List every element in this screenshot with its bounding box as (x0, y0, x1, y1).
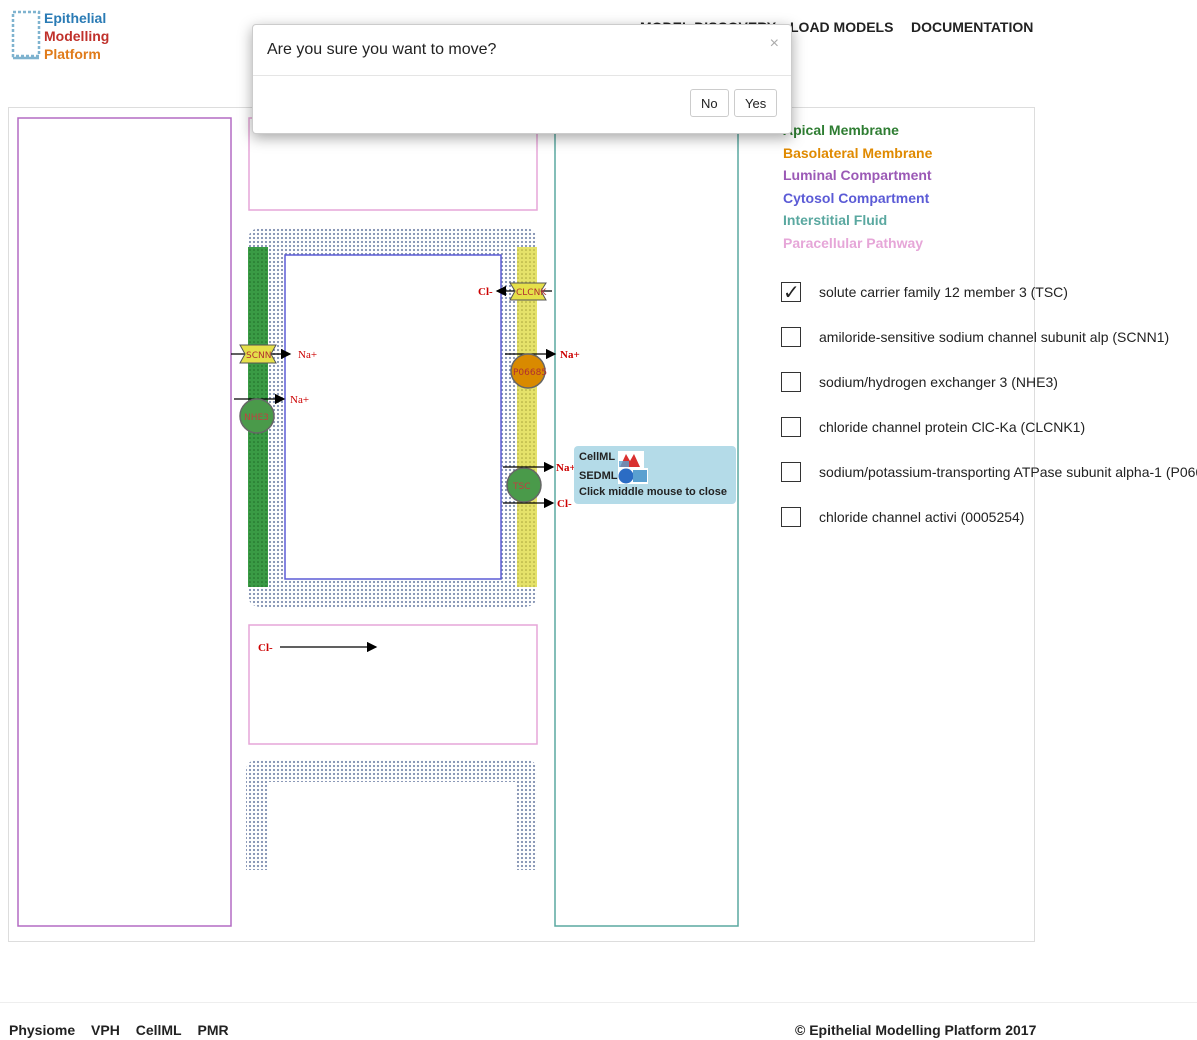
legend-item: Paracellular Pathway (783, 234, 924, 251)
checkbox[interactable] (781, 372, 801, 392)
checkbox[interactable] (781, 507, 801, 527)
dialog-divider (253, 75, 791, 76)
checklist-label: amiloride-sensitive sodium channel subun… (819, 329, 1170, 345)
nhe3-label: NHE3 (244, 413, 269, 423)
close-icon[interactable]: × (770, 35, 779, 53)
tooltip-close-hint: Click middle mouse to close (579, 486, 727, 498)
na-label-1: Na+ (298, 349, 317, 361)
checklist-label: chloride channel protein ClC-Ka (CLCNK1) (819, 419, 1086, 435)
checklist-label: sodium/hydrogen exchanger 3 (NHE3) (819, 374, 1058, 390)
tsc-label: TSC (512, 482, 531, 492)
checklist-label: sodium/potassium-transporting ATPase sub… (819, 464, 1197, 480)
na-label-3: Na+ (560, 349, 580, 361)
footer-divider (0, 1002, 1197, 1003)
legend-item: Basolateral Membrane (783, 144, 933, 161)
checkbox[interactable] (781, 417, 801, 437)
compartment-legend: Apical Membrane Basolateral Membrane Lumin… (783, 119, 932, 254)
na-label-4: Na+ (556, 462, 576, 474)
checklist-label: chloride channel activi (0005254) (819, 509, 1025, 525)
copyright: © Epithelial Modelling Platform 2017 (795, 1022, 1037, 1038)
checkbox[interactable] (781, 462, 801, 482)
footer-link-cellml[interactable]: CellML (136, 1022, 182, 1038)
clcnk-label: CLCNK (516, 288, 547, 298)
p06685-label: P06685 (513, 368, 547, 378)
cl-label-1: Cl- (478, 286, 493, 298)
scnn-label: SCNN (246, 351, 271, 361)
cl-label-3: Cl- (258, 642, 273, 654)
interstitial-fluid[interactable] (554, 117, 739, 927)
luminal-compartment[interactable] (17, 117, 232, 927)
footer-links: Physiome VPH CellML PMR (9, 1022, 241, 1038)
footer-link-vph[interactable]: VPH (91, 1022, 120, 1038)
footer-link-pmr[interactable]: PMR (198, 1022, 229, 1038)
footer-link-physiome[interactable]: Physiome (9, 1022, 75, 1038)
legend-item: Cytosol Compartment (783, 189, 930, 206)
checklist-label: solute carrier family 12 member 3 (TSC) (819, 284, 1068, 300)
sedml-logo-icon[interactable] (618, 468, 648, 484)
tooltip-sedml[interactable]: SEDML (579, 470, 618, 482)
confirm-move-dialog: Are you sure you want to move? × No Yes (252, 24, 792, 134)
no-button[interactable]: No (690, 89, 729, 117)
cellml-logo-icon[interactable] (618, 451, 644, 469)
dialog-title: Are you sure you want to move? (267, 41, 497, 58)
cl-label-2: Cl- (557, 498, 572, 510)
model-tooltip[interactable]: CellML SEDML Click middle mouse to close (574, 446, 736, 504)
tooltip-cellml[interactable]: CellML (579, 451, 615, 463)
yes-button[interactable]: Yes (734, 89, 778, 117)
legend-item: Apical Membrane (783, 122, 899, 138)
legend-item: Luminal Compartment (783, 167, 932, 183)
checkbox[interactable] (781, 327, 801, 347)
legend-item: Interstitial Fluid (783, 212, 888, 228)
na-label-2: Na+ (290, 394, 309, 406)
next-cell-outline (246, 760, 537, 870)
checkbox[interactable] (781, 280, 801, 305)
cytosol-compartment[interactable] (284, 254, 502, 580)
paracellular-bottom[interactable] (248, 624, 538, 745)
